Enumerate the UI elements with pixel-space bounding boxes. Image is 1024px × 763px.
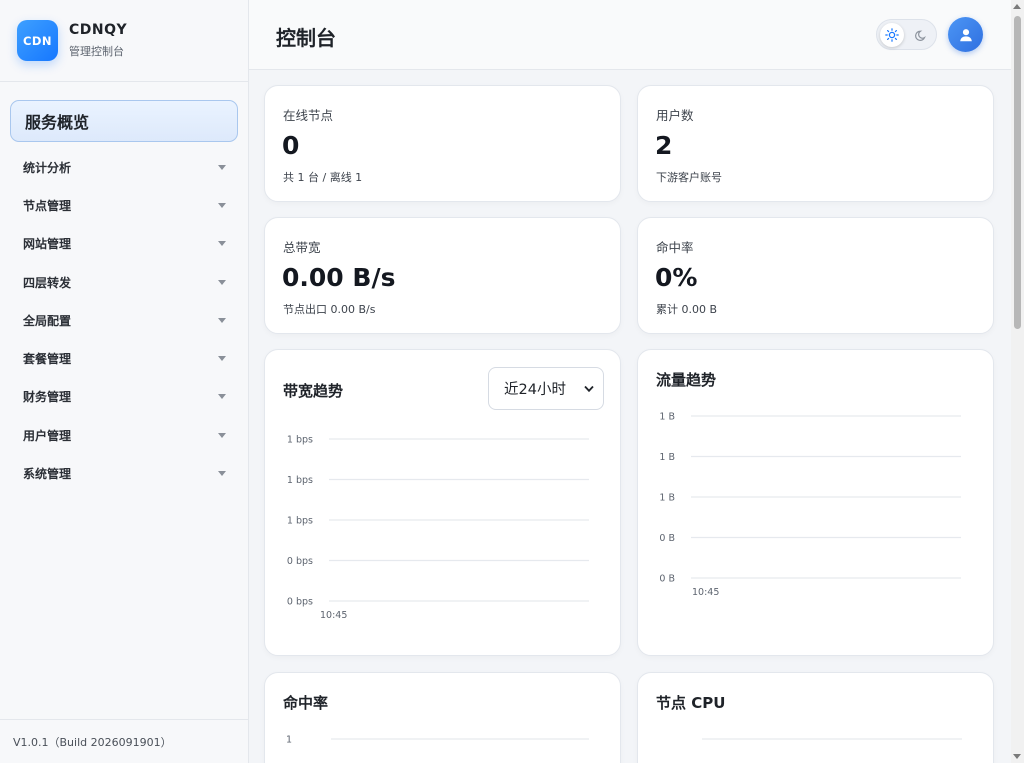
y-tick-label: 1 bps <box>287 475 313 486</box>
brand-name: CDNQY <box>69 22 128 38</box>
caret-down-icon <box>218 356 226 362</box>
chart-title: 带宽趋势 <box>283 382 344 400</box>
chart-card-hit-rate: 1 命中率 <box>264 672 621 763</box>
brand: CDN CDNQY 管理控制台 <box>0 0 248 82</box>
sidebar-item-statistics[interactable]: 统计分析 <box>0 148 248 186</box>
sidebar-item-l4-forwarding[interactable]: 四层转发 <box>0 263 248 301</box>
page-title: 控制台 <box>276 26 336 50</box>
brand-subtitle: 管理控制台 <box>69 45 124 58</box>
sidebar-item-finance[interactable]: 财务管理 <box>0 378 248 416</box>
stat-card-users: 用户数 2 下游客户账号 <box>637 85 994 202</box>
stat-value: 0 <box>282 131 300 160</box>
sidebar-item-label: 套餐管理 <box>23 352 72 367</box>
sidebar-item-global-config[interactable]: 全局配置 <box>0 301 248 339</box>
y-tick-label: 1 B <box>659 493 675 504</box>
sidebar-item-label: 网站管理 <box>23 237 72 252</box>
sidebar-item-users[interactable]: 用户管理 <box>0 416 248 454</box>
scroll-up-arrow-icon[interactable] <box>1013 4 1021 9</box>
stat-card-hit-rate: 命中率 0% 累计 0.00 B <box>637 217 994 334</box>
sidebar-item-label: 用户管理 <box>23 428 72 443</box>
sidebar-item-system[interactable]: 系统管理 <box>0 454 248 492</box>
node-cpu-chart <box>702 738 962 740</box>
traffic-chart: 1 B 1 B 1 B 0 B 0 B 10:45 <box>659 412 961 598</box>
stat-label: 在线节点 <box>283 108 334 123</box>
sidebar-item-overview[interactable]: 服务概览 <box>10 100 238 142</box>
sidebar-item-label: 系统管理 <box>23 467 72 482</box>
theme-toggle[interactable] <box>876 19 937 50</box>
stat-value: 0.00 B/s <box>282 263 396 292</box>
caret-down-icon <box>218 202 226 208</box>
chart-card-bandwidth: 1 bps 1 bps 1 bps 0 bps 0 bps 10:45 带宽趋势 近24小… <box>264 349 621 656</box>
caret-down-icon <box>218 241 226 247</box>
stat-card-online-nodes: 在线节点 0 共 1 台 / 离线 1 <box>264 85 621 202</box>
time-range-select[interactable]: 近24小时 <box>488 367 604 410</box>
user-avatar[interactable] <box>948 17 983 52</box>
caret-down-icon <box>218 317 226 323</box>
sidebar-item-plans[interactable]: 套餐管理 <box>0 339 248 377</box>
y-tick-label: 1 B <box>659 452 675 463</box>
y-tick-label: 0 B <box>659 533 675 544</box>
sidebar-nav: 服务概览 统计分析 节点管理 网站管理 四层转发 全局配置 套餐管理 财务管理 … <box>0 82 248 493</box>
caret-down-icon <box>218 471 226 477</box>
y-tick-label: 0 B <box>659 574 675 585</box>
stat-card-bandwidth: 总带宽 0.00 B/s 节点出口 0.00 B/s <box>264 217 621 334</box>
sidebar-item-sites[interactable]: 网站管理 <box>0 225 248 263</box>
stat-subtext: 节点出口 0.00 B/s <box>283 303 376 316</box>
sidebar-item-nodes[interactable]: 节点管理 <box>0 186 248 224</box>
stat-label: 用户数 <box>656 108 694 123</box>
chart-card-traffic: 1 B 1 B 1 B 0 B 0 B 10:45 流量趋势 <box>637 349 994 656</box>
x-tick-label: 10:45 <box>692 587 719 598</box>
stat-value: 2 <box>655 131 673 160</box>
brand-text: CDNQY 管理控制台 <box>69 22 127 59</box>
x-tick-label: 10:45 <box>320 610 347 621</box>
stat-subtext: 累计 0.00 B <box>656 303 718 316</box>
y-tick-label: 1 B <box>659 412 675 423</box>
top-header: 控制台 <box>249 0 1011 70</box>
y-tick-label: 1 bps <box>287 516 313 527</box>
caret-down-icon <box>218 279 226 285</box>
y-tick-label: 0 bps <box>287 597 313 608</box>
y-tick-label: 1 <box>286 735 292 746</box>
moon-icon[interactable] <box>911 25 931 45</box>
page-scrollbar[interactable] <box>1011 0 1024 763</box>
chart-card-node-cpu: 节点 CPU <box>637 672 994 763</box>
sidebar-item-label: 财务管理 <box>23 390 72 405</box>
user-icon <box>959 28 972 41</box>
brand-logo[interactable]: CDN <box>17 20 58 61</box>
sidebar-item-label: 全局配置 <box>23 313 72 328</box>
caret-down-icon <box>218 164 226 170</box>
caret-down-icon <box>218 432 226 438</box>
stat-subtext: 下游客户账号 <box>656 171 722 184</box>
chevron-down-icon <box>584 385 594 393</box>
time-range-value: 近24小时 <box>504 382 566 398</box>
y-tick-label: 1 bps <box>287 435 313 446</box>
sidebar: CDN CDNQY 管理控制台 服务概览 统计分析 节点管理 网站管理 四层转发… <box>0 0 249 763</box>
stat-label: 命中率 <box>656 240 694 255</box>
stat-subtext: 共 1 台 / 离线 1 <box>283 171 363 184</box>
sun-icon[interactable] <box>880 23 904 47</box>
stat-label: 总带宽 <box>283 240 321 255</box>
stat-value: 0% <box>655 263 698 292</box>
version-label: V1.0.1（Build 2026091901） <box>0 719 248 763</box>
sidebar-item-label: 节点管理 <box>23 198 72 213</box>
sidebar-item-label: 统计分析 <box>23 160 72 175</box>
scroll-down-arrow-icon[interactable] <box>1013 754 1021 759</box>
scrollbar-thumb[interactable] <box>1014 16 1021 329</box>
chart-title: 节点 CPU <box>656 694 726 712</box>
chart-title: 命中率 <box>283 694 329 712</box>
y-tick-label: 0 bps <box>287 556 313 567</box>
hit-rate-chart: 1 <box>286 735 589 746</box>
sidebar-item-label: 四层转发 <box>23 275 72 290</box>
caret-down-icon <box>218 394 226 400</box>
chart-title: 流量趋势 <box>656 371 717 389</box>
